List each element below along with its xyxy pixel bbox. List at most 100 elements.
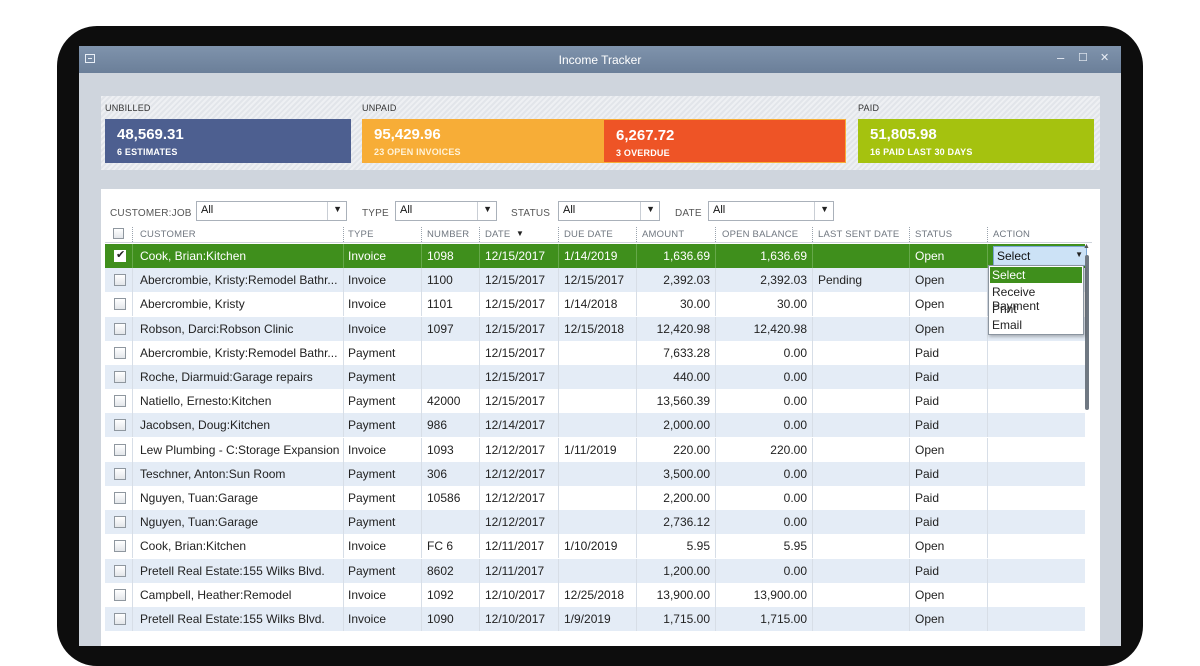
column-divider xyxy=(715,292,716,317)
column-divider xyxy=(812,316,813,341)
cell-type: Invoice xyxy=(348,297,387,312)
status-filter[interactable]: All ▼ xyxy=(558,201,660,221)
type-filter[interactable]: All ▼ xyxy=(395,201,497,221)
row-checkbox[interactable] xyxy=(114,346,126,359)
table-row[interactable]: Nguyen, Tuan:Garage Payment 10586 12/12/201… xyxy=(105,486,1085,510)
open-invoices-sub: 23 OPEN INVOICES xyxy=(374,147,461,157)
table-row[interactable]: Teschner, Anton:Sun Room Payment 306 12/12/… xyxy=(105,461,1085,486)
row-checkbox[interactable] xyxy=(114,298,126,311)
row-checkbox[interactable] xyxy=(114,322,126,335)
col-date[interactable]: DATE xyxy=(485,229,510,240)
col-last-sent-date[interactable]: LAST SENT DATE xyxy=(818,229,899,240)
col-open-balance[interactable]: OPEN BALANCE xyxy=(722,229,798,240)
row-checkbox[interactable] xyxy=(114,540,126,553)
cell-last-sent-date: Pending xyxy=(818,273,863,288)
customer-job-filter-value: All xyxy=(201,204,214,216)
title-bar[interactable]: Income Tracker – ☐ ✕ xyxy=(79,46,1121,73)
table-row[interactable]: Campbell, Heather:Remodel Invoice 1092 12/1… xyxy=(105,582,1085,607)
column-divider xyxy=(636,413,637,438)
table-row[interactable]: Pretell Real Estate:155 Wilks Blvd. Payme… xyxy=(105,558,1085,583)
table-row[interactable]: Roche, Diarmuid:Garage repairs Payment 12/… xyxy=(105,365,1085,389)
paid-sub: 16 PAID LAST 30 DAYS xyxy=(870,147,973,157)
table-row[interactable]: Cook, Brian:Kitchen Invoice FC 6 12/11/2017… xyxy=(105,534,1085,559)
column-divider xyxy=(132,461,133,486)
unbilled-tile[interactable]: 48,569.31 6 ESTIMATES xyxy=(105,119,351,163)
column-divider xyxy=(909,607,910,631)
row-checkbox[interactable] xyxy=(114,588,126,601)
column-divider xyxy=(132,340,133,365)
col-amount[interactable]: AMOUNT xyxy=(642,229,684,240)
column-divider xyxy=(909,582,910,607)
table-row[interactable]: Abercrombie, Kristy:Remodel Bathr... Paym… xyxy=(105,340,1085,365)
row-checkbox[interactable] xyxy=(114,564,126,577)
table-row[interactable]: Abercrombie, Kristy:Remodel Bathr... Invo… xyxy=(105,268,1085,293)
table-row[interactable]: ✔ Cook, Brian:Kitchen Invoice 1098 12/15/201… xyxy=(105,244,1087,268)
col-number[interactable]: NUMBER xyxy=(427,229,469,240)
cell-due-date: 1/9/2019 xyxy=(564,612,611,626)
overdue-tile[interactable]: 6,267.72 3 OVERDUE xyxy=(603,119,846,163)
dropdown-separator xyxy=(477,202,478,220)
unbilled-label: UNBILLED xyxy=(105,103,151,113)
column-divider xyxy=(132,413,133,438)
customer-job-filter[interactable]: All ▼ xyxy=(196,201,347,221)
select-all-checkbox[interactable] xyxy=(113,228,124,239)
action-option-email[interactable]: Email xyxy=(990,317,1082,333)
cell-status: Paid xyxy=(915,394,940,409)
col-status[interactable]: STATUS xyxy=(915,229,952,240)
column-divider xyxy=(636,486,637,510)
column-divider xyxy=(421,437,422,462)
action-option-select[interactable]: Select xyxy=(990,267,1082,283)
column-divider xyxy=(558,413,559,438)
col-action[interactable]: ACTION xyxy=(993,229,1030,240)
column-divider xyxy=(479,244,480,268)
column-divider xyxy=(987,437,988,462)
table-row[interactable]: Natiello, Ernesto:Kitchen Payment 42000 12/… xyxy=(105,389,1085,414)
col-customer[interactable]: CUSTOMER xyxy=(140,229,196,240)
action-option-print[interactable]: Print xyxy=(990,301,1082,317)
cell-type: Invoice xyxy=(348,442,387,457)
dropdown-separator xyxy=(640,202,641,220)
row-checkbox[interactable]: ✔ xyxy=(114,249,126,262)
close-icon[interactable]: ✕ xyxy=(1100,51,1109,65)
col-due-date[interactable]: DUE DATE xyxy=(564,229,613,240)
table-row[interactable]: Jacobsen, Doug:Kitchen Payment 986 12/14/20… xyxy=(105,413,1085,438)
cell-status: Open xyxy=(915,321,945,336)
cell-type: Payment xyxy=(348,370,396,384)
paid-tile[interactable]: 51,805.98 16 PAID LAST 30 DAYS xyxy=(858,119,1094,163)
row-checkbox[interactable] xyxy=(114,467,126,480)
table-row[interactable]: Pretell Real Estate:155 Wilks Blvd. Invoi… xyxy=(105,607,1085,631)
table-row[interactable]: Nguyen, Tuan:Garage Payment 12/12/2017 2,73… xyxy=(105,510,1085,535)
column-divider xyxy=(715,316,716,341)
open-invoices-tile[interactable]: 95,429.96 23 OPEN INVOICES xyxy=(362,119,604,163)
table-row[interactable]: Robson, Darci:Robson Clinic Invoice 1097 12… xyxy=(105,316,1085,341)
row-checkbox[interactable] xyxy=(114,419,126,432)
row-checkbox[interactable] xyxy=(114,274,126,287)
cell-type: Payment xyxy=(348,491,396,505)
column-divider xyxy=(987,389,988,414)
row-checkbox[interactable] xyxy=(114,492,126,504)
action-select[interactable]: Select ▼ xyxy=(993,246,1087,266)
row-checkbox[interactable] xyxy=(114,516,126,529)
cell-due-date: 12/15/2017 xyxy=(564,273,625,288)
scrollbar-thumb[interactable] xyxy=(1085,255,1089,410)
cell-customer: Roche, Diarmuid:Garage repairs xyxy=(140,370,313,384)
table-row[interactable]: Abercrombie, Kristy Invoice 1101 12/15/2017… xyxy=(105,292,1085,317)
minimize-icon[interactable]: – xyxy=(1057,51,1064,65)
cell-status: Open xyxy=(915,539,945,554)
vertical-scrollbar[interactable]: ▲ xyxy=(1083,243,1092,630)
row-checkbox[interactable] xyxy=(114,371,126,383)
col-type[interactable]: TYPE xyxy=(348,229,374,240)
row-checkbox[interactable] xyxy=(114,395,126,408)
cell-due-date: 1/11/2019 xyxy=(564,442,617,457)
action-option-receive-payment[interactable]: Receive Payment xyxy=(990,284,1082,313)
row-checkbox[interactable] xyxy=(114,613,126,625)
maximize-icon[interactable]: ☐ xyxy=(1078,51,1088,65)
scroll-up-icon[interactable]: ▲ xyxy=(1083,243,1090,250)
column-divider xyxy=(909,461,910,486)
column-divider xyxy=(636,292,637,317)
column-divider xyxy=(343,461,344,486)
cell-status: Paid xyxy=(915,370,940,384)
date-filter[interactable]: All ▼ xyxy=(708,201,834,221)
table-row[interactable]: Lew Plumbing - C:Storage Expansion Invoic… xyxy=(105,437,1085,462)
row-checkbox[interactable] xyxy=(114,443,126,456)
